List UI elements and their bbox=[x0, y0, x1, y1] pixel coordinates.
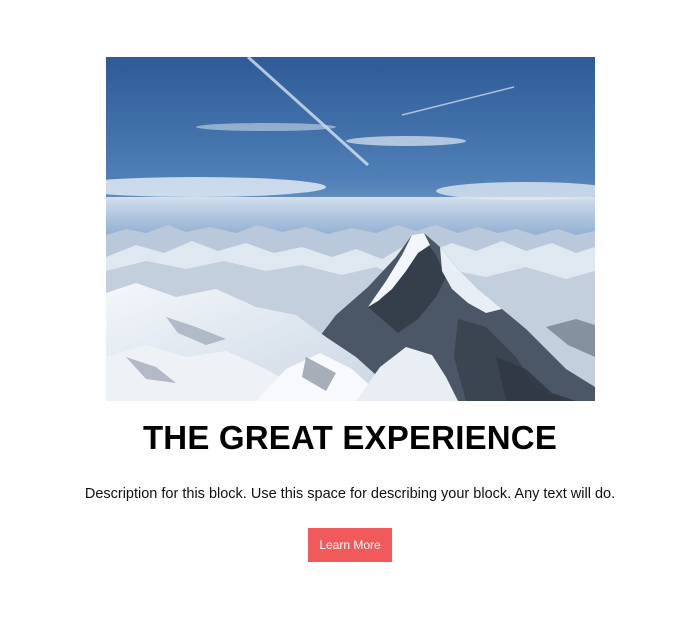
mountain-photo bbox=[106, 57, 595, 401]
content-block: THE GREAT EXPERIENCE Description for thi… bbox=[0, 0, 700, 619]
hero-image bbox=[106, 57, 595, 401]
learn-more-button[interactable]: Learn More bbox=[308, 528, 392, 562]
block-description: Description for this block. Use this spa… bbox=[84, 486, 616, 502]
block-title: THE GREAT EXPERIENCE bbox=[142, 419, 558, 456]
